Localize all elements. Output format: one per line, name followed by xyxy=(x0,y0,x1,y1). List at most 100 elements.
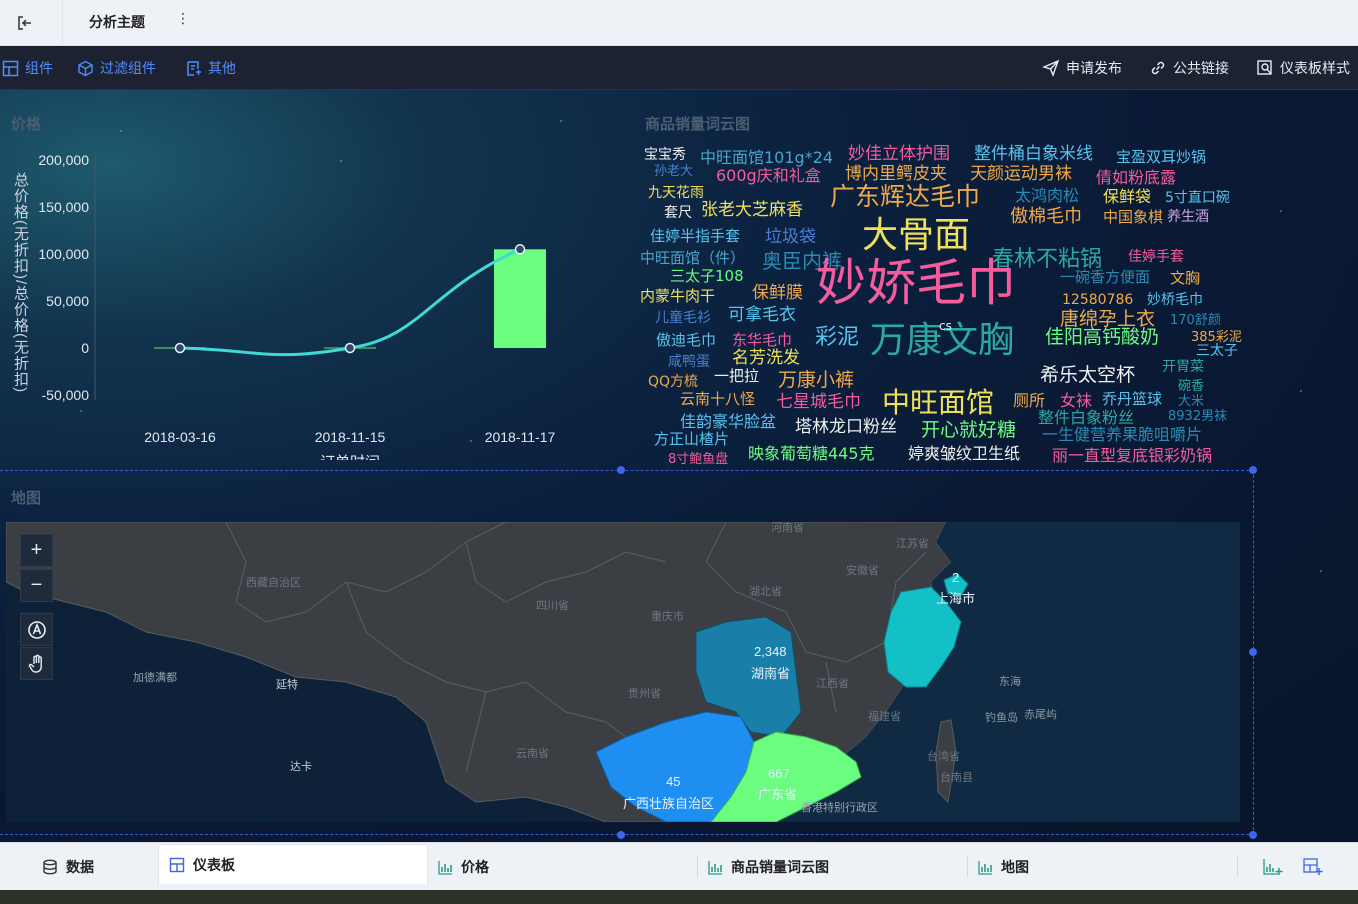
component-button[interactable]: 组件 xyxy=(2,58,53,78)
map-label-chiwei: 赤尾屿 xyxy=(1024,709,1057,721)
map-label-henan: 河南省 xyxy=(771,522,804,534)
map-widget[interactable]: 地图 西藏自治区 四川省 河南省 江苏省 安徽省 湖北省 重庆市 江西省 贵州省… xyxy=(0,466,1257,839)
wordcloud-word: 东华毛巾 xyxy=(732,331,793,349)
map-svg xyxy=(6,522,1240,822)
map-label-jiangxi: 江西省 xyxy=(816,678,849,690)
toolbar: 组件 过滤组件 其他 申请发布 公共链接 仪表板样式 xyxy=(0,46,1358,90)
hand-icon xyxy=(28,654,42,673)
resize-handle-bottom-right[interactable] xyxy=(1249,831,1257,839)
wordcloud-word: 塔林龙口粉丝 xyxy=(795,417,897,437)
map-label-hubei: 湖北省 xyxy=(749,586,782,598)
wordcloud-word: 妙娇毛巾 xyxy=(816,254,1016,312)
bar-chart-icon xyxy=(708,860,722,875)
map-label-hongkong: 香港特别行政区 xyxy=(801,802,878,814)
wordcloud-word: 碗香 xyxy=(1178,379,1205,394)
component-icon xyxy=(2,60,19,76)
wordcloud-word: 一碗香方便面 xyxy=(1060,268,1151,286)
resize-handle-right[interactable] xyxy=(1249,648,1257,656)
tab-map-label: 地图 xyxy=(1001,859,1029,875)
wordcloud-word: 儿童毛衫 xyxy=(655,310,711,326)
auto-locate-button[interactable] xyxy=(20,613,53,646)
map-region-shanghai: 上海市 xyxy=(936,591,976,606)
wordcloud-word: 开胃菜 xyxy=(1162,359,1204,375)
line-point xyxy=(514,244,526,255)
exit-button[interactable] xyxy=(0,0,50,46)
wordcloud-word: 中旺面馆 xyxy=(882,386,995,419)
wordcloud-word: 12580786 xyxy=(1062,292,1134,308)
pan-hand-button[interactable] xyxy=(20,647,53,680)
apply-publish-button[interactable]: 申请发布 xyxy=(1042,58,1122,78)
y-tick-label: 150,000 xyxy=(38,199,89,215)
page-title: 分析主题 xyxy=(89,14,145,30)
wordcloud-word: 保鲜膜 xyxy=(752,283,803,303)
wordcloud-widget[interactable]: 商品销量词云图 宝宝秀 中旺面馆101g*24 妙佳立体护围 整件桶白象米线 宝盈双耳炒… xyxy=(630,110,1270,466)
wordcloud-word: 中国象棋 xyxy=(1103,208,1164,226)
wordcloud-word: 希乐太空杯 xyxy=(1040,364,1136,386)
tab-price-label: 价格 xyxy=(461,859,489,875)
filter-cube-icon xyxy=(78,60,93,76)
public-link-button[interactable]: 公共链接 xyxy=(1149,58,1229,78)
zoom-in-button[interactable]: + xyxy=(20,534,53,567)
more-menu-button[interactable]: ⋮ xyxy=(176,10,190,27)
wordcloud-word: 方正山楂片 xyxy=(654,430,730,448)
wordcloud-word: 倩如粉底露 xyxy=(1096,168,1177,187)
data-tab[interactable]: 数据 xyxy=(42,843,94,891)
dashboard-tab[interactable]: 仪表板 xyxy=(158,844,428,884)
add-dashboard-icon xyxy=(1303,858,1323,875)
wordcloud-word: QQ方梳 xyxy=(648,374,699,390)
resize-handle-top-right[interactable] xyxy=(1249,466,1257,474)
price-chart-widget[interactable]: 价格 总价格(无折扣)/总价格(无折扣) 200,000 150,000 100,0… xyxy=(0,110,620,460)
component-label: 组件 xyxy=(25,60,53,76)
wordcloud-word: 广东辉达毛巾 xyxy=(830,182,981,211)
top-header: 分析主题 ⋮ xyxy=(0,0,1358,46)
wordcloud-word: cs xyxy=(939,319,952,333)
wordcloud-word: 佳韵豪华脸盆 xyxy=(680,412,777,431)
wordcloud-word: 套尺 xyxy=(664,205,692,221)
wordcloud-word: 映象葡萄糖445克 xyxy=(748,444,875,463)
wordcloud-word: 博内里鳄皮夹 xyxy=(845,164,947,184)
send-icon xyxy=(1042,59,1060,77)
wordcloud-word: 厕所 xyxy=(1013,391,1046,410)
tab-wordcloud[interactable]: 商品销量词云图 xyxy=(708,843,829,891)
tab-map[interactable]: 地图 xyxy=(978,843,1029,891)
header-divider xyxy=(62,0,63,46)
wordcloud-word: 九天花雨 xyxy=(648,185,704,201)
map-value-guangdong: 667 xyxy=(768,766,790,781)
wordcloud-word: 大骨面 xyxy=(862,215,971,256)
zoom-out-button[interactable]: − xyxy=(20,569,53,602)
y-tick-label: 50,000 xyxy=(46,293,89,309)
wordcloud-widget-title: 商品销量词云图 xyxy=(645,116,751,133)
add-component-button[interactable] xyxy=(1263,843,1291,891)
bottom-tab-bar: 数据 仪表板 价格 商品销量词云图 地图 xyxy=(0,842,1358,890)
add-dashboard-button[interactable] xyxy=(1303,843,1331,891)
wordcloud-word: 彩泥 xyxy=(815,325,860,350)
resize-handle-top[interactable] xyxy=(617,466,625,474)
dashboard-tab-label: 仪表板 xyxy=(193,856,235,873)
filter-component-button[interactable]: 过滤组件 xyxy=(77,58,156,78)
map-area[interactable]: 西藏自治区 四川省 河南省 江苏省 安徽省 湖北省 重庆市 江西省 贵州省 福建… xyxy=(6,522,1240,822)
wordcloud-word: 女袜 xyxy=(1060,391,1093,410)
wordcloud-word: 张老大芝麻香 xyxy=(701,200,803,220)
wordcloud-word: 宝盈双耳炒锅 xyxy=(1116,148,1207,166)
wordcloud-word: 太鸿肉松 xyxy=(1015,186,1080,205)
resize-handle-bottom[interactable] xyxy=(617,831,625,839)
wordcloud-word: 养生酒 xyxy=(1167,209,1209,225)
x-tick-label: 2018-11-15 xyxy=(315,429,386,445)
y-tick-label: -50,000 xyxy=(42,387,90,403)
bar-chart-icon xyxy=(438,860,452,875)
wordcloud-word: 咸鸭蛋 xyxy=(668,354,710,370)
wordcloud-word: 宝宝秀 xyxy=(644,147,686,163)
link-icon xyxy=(1151,61,1165,75)
series-line xyxy=(179,247,521,357)
apply-publish-label: 申请发布 xyxy=(1066,60,1122,76)
wordcloud-word: 整件白象粉丝 xyxy=(1038,408,1135,427)
other-button[interactable]: 其他 xyxy=(185,58,236,78)
price-chart: 200,000 150,000 100,000 50,000 0 -50,000 2018-… xyxy=(38,152,555,460)
dashboard-style-button[interactable]: 仪表板样式 xyxy=(1256,58,1350,78)
tab-price[interactable]: 价格 xyxy=(438,843,489,891)
wordcloud-word: 名芳洗发 xyxy=(732,348,800,368)
wordcloud-word: 丽一直型复底银彩奶锅 xyxy=(1052,446,1213,465)
line-point xyxy=(344,342,356,354)
dashboard-style-label: 仪表板样式 xyxy=(1280,60,1350,76)
wordcloud-word: 开心就好糖 xyxy=(921,419,1017,441)
